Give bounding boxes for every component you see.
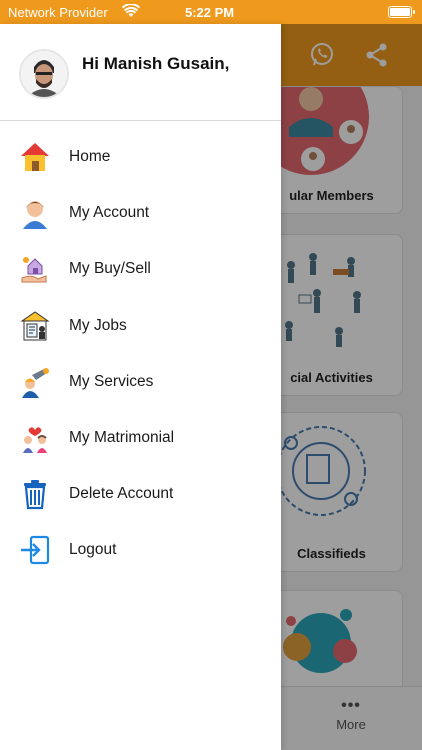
drawer-menu: Home My Account My Buy/Sell My Jobs My S… <box>0 129 281 579</box>
services-icon <box>18 365 52 399</box>
divider <box>0 120 281 121</box>
menu-item-label: Home <box>69 148 111 166</box>
menu-item-label: My Buy/Sell <box>69 260 151 278</box>
menu-item-label: My Jobs <box>69 316 127 334</box>
menu-item-label: Delete Account <box>69 485 174 503</box>
buy-sell-icon <box>18 252 52 286</box>
carrier-name: Network Provider <box>8 5 108 20</box>
menu-item-label: Logout <box>69 541 117 559</box>
menu-item-my-services[interactable]: My Services <box>0 354 281 410</box>
clock: 5:22 PM <box>185 5 235 20</box>
trash-icon <box>18 477 52 511</box>
menu-item-delete-account[interactable]: Delete Account <box>0 466 281 522</box>
avatar[interactable] <box>19 49 69 99</box>
menu-item-my-account[interactable]: My Account <box>0 185 281 241</box>
menu-item-home[interactable]: Home <box>0 129 281 185</box>
menu-item-my-matrimonial[interactable]: My Matrimonial <box>0 410 281 466</box>
navigation-drawer: Hi Manish Gusain, Home My Account My Buy… <box>0 24 281 750</box>
menu-item-label: My Matrimonial <box>69 429 175 447</box>
greeting-text: Hi Manish Gusain, <box>82 54 230 73</box>
menu-item-logout[interactable]: Logout <box>0 522 281 578</box>
menu-item-label: My Services <box>69 372 154 390</box>
jobs-icon <box>18 309 52 343</box>
home-icon <box>18 140 52 174</box>
menu-item-my-jobs[interactable]: My Jobs <box>0 298 281 354</box>
status-bar: Network Provider 5:22 PM <box>0 0 422 24</box>
menu-item-label: My Account <box>69 204 150 222</box>
battery-icon <box>388 6 415 18</box>
logout-icon <box>18 533 52 567</box>
menu-item-my-buy-sell[interactable]: My Buy/Sell <box>0 241 281 297</box>
matrimonial-icon <box>18 421 52 455</box>
wifi-icon <box>121 3 141 21</box>
user-icon <box>18 196 52 230</box>
